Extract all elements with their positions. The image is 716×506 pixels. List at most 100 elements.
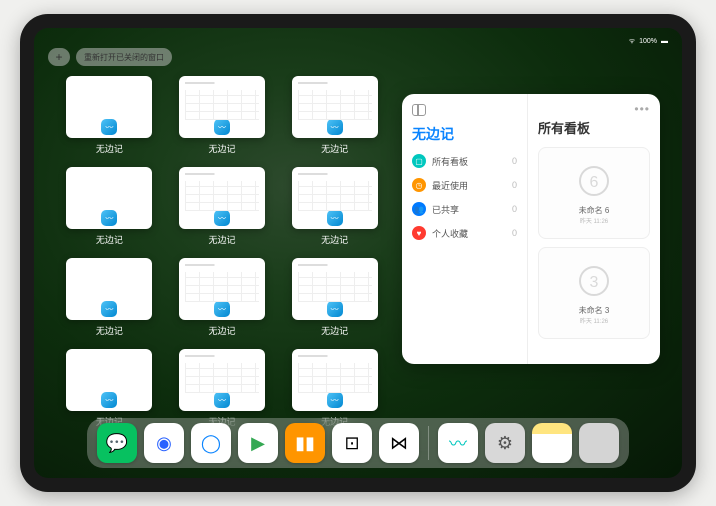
dock-connect-app-icon[interactable]: ⋈ — [379, 423, 419, 463]
dock-freeform-icon[interactable]: 〰 — [438, 423, 478, 463]
board-card[interactable]: 6 未命名 6昨天 11:26 — [538, 147, 650, 239]
thumb-label: 无边记 — [96, 324, 123, 337]
window-thumb[interactable]: 〰无边记 — [62, 76, 157, 155]
thumb-preview: 〰 — [66, 258, 152, 320]
board-sketch: 6 — [574, 161, 614, 201]
recent-icon: ◷ — [412, 178, 426, 192]
window-thumb[interactable]: 〰无边记 — [287, 349, 382, 428]
window-thumbnails-grid: 〰无边记〰无边记〰无边记〰无边记〰无边记〰无边记〰无边记〰无边记〰无边记〰无边记… — [62, 76, 382, 428]
window-thumb[interactable]: 〰无边记 — [62, 167, 157, 246]
thumb-preview: 〰 — [66, 349, 152, 411]
sidebar-toggle-icon[interactable] — [412, 104, 426, 116]
panel-title: 无边记 — [412, 124, 517, 144]
dock-app-library-icon[interactable] — [579, 423, 619, 463]
board-name: 未命名 3 — [579, 305, 610, 316]
window-thumb[interactable]: 〰无边记 — [175, 76, 270, 155]
top-bar: + 重新打开已关闭的窗口 — [48, 48, 172, 66]
freeform-app-icon: 〰 — [101, 301, 117, 317]
window-thumb[interactable]: 〰无边记 — [175, 258, 270, 337]
wifi-icon: ᯤ — [629, 37, 635, 46]
window-thumb[interactable]: 〰无边记 — [175, 167, 270, 246]
sidebar-item-count: 0 — [512, 228, 517, 238]
thumb-preview: 〰 — [66, 167, 152, 229]
sidebar-item-all[interactable]: ▢ 所有看板 0 — [412, 154, 517, 168]
freeform-app-icon: 〰 — [214, 210, 230, 226]
window-thumb[interactable]: 〰无边记 — [175, 349, 270, 428]
freeform-app-icon: 〰 — [214, 392, 230, 408]
battery-label: 100% — [639, 38, 657, 45]
board-sketch: 3 — [574, 261, 614, 301]
sidebar-item-count: 0 — [512, 156, 517, 166]
freeform-app-icon: 〰 — [101, 119, 117, 135]
all-icon: ▢ — [412, 154, 426, 168]
dock-separator — [428, 426, 429, 460]
thumb-label: 无边记 — [321, 233, 348, 246]
ipad-frame: ᯤ 100% ▬ + 重新打开已关闭的窗口 〰无边记〰无边记〰无边记〰无边记〰无… — [20, 14, 696, 492]
freeform-app-icon: 〰 — [327, 301, 343, 317]
dock-books-icon[interactable]: ▮▮ — [285, 423, 325, 463]
thumb-preview: 〰 — [292, 349, 378, 411]
detail-sidebar: 无边记 ▢ 所有看板 0 ◷ 最近使用 0 👥 已共享 0 ♥ 个人收藏 0 — [402, 94, 528, 364]
thumb-preview: 〰 — [179, 258, 265, 320]
thumb-preview: 〰 — [66, 76, 152, 138]
reopen-closed-button[interactable]: 重新打开已关闭的窗口 — [76, 48, 172, 66]
board-date: 昨天 11:26 — [580, 216, 608, 225]
dock-settings-icon[interactable]: ⚙ — [485, 423, 525, 463]
sidebar-item-count: 0 — [512, 180, 517, 190]
sidebar-item-recent[interactable]: ◷ 最近使用 0 — [412, 178, 517, 192]
freeform-app-icon: 〰 — [327, 119, 343, 135]
window-thumb[interactable]: 〰无边记 — [62, 349, 157, 428]
sidebar-item-label: 个人收藏 — [432, 227, 506, 240]
window-thumb[interactable]: 〰无边记 — [287, 76, 382, 155]
thumb-preview: 〰 — [179, 349, 265, 411]
board-card[interactable]: 3 未命名 3昨天 11:26 — [538, 247, 650, 339]
thumb-label: 无边记 — [96, 233, 123, 246]
dock-app-blue-eye-icon[interactable]: ◉ — [144, 423, 184, 463]
freeform-detail-panel: 无边记 ▢ 所有看板 0 ◷ 最近使用 0 👥 已共享 0 ♥ 个人收藏 0 ••• 所有看板 6 未命… — [402, 94, 660, 364]
thumb-label: 无边记 — [208, 142, 235, 155]
thumb-preview: 〰 — [179, 167, 265, 229]
svg-text:3: 3 — [590, 274, 599, 291]
sidebar-item-count: 0 — [512, 204, 517, 214]
dock-play-media-icon[interactable]: ▶ — [238, 423, 278, 463]
thumb-label: 无边记 — [208, 233, 235, 246]
dock-dice-app-icon[interactable]: ⊡ — [332, 423, 372, 463]
sidebar-item-label: 所有看板 — [432, 155, 506, 168]
thumb-label: 无边记 — [321, 142, 348, 155]
thumb-preview: 〰 — [179, 76, 265, 138]
sidebar-item-label: 最近使用 — [432, 179, 506, 192]
board-name: 未命名 6 — [579, 205, 610, 216]
more-icon[interactable]: ••• — [634, 102, 650, 116]
dock-wechat-icon[interactable]: 💬 — [97, 423, 137, 463]
thumb-preview: 〰 — [292, 76, 378, 138]
dock-qq-browser-icon[interactable]: ◯ — [191, 423, 231, 463]
favorites-icon: ♥ — [412, 226, 426, 240]
thumb-preview: 〰 — [292, 167, 378, 229]
battery-icon: ▬ — [661, 38, 668, 45]
window-thumb[interactable]: 〰无边记 — [287, 258, 382, 337]
sidebar-item-shared[interactable]: 👥 已共享 0 — [412, 202, 517, 216]
freeform-app-icon: 〰 — [214, 301, 230, 317]
thumb-preview: 〰 — [292, 258, 378, 320]
dock-notes-icon[interactable] — [532, 423, 572, 463]
new-window-button[interactable]: + — [48, 48, 70, 66]
window-thumb[interactable]: 〰无边记 — [62, 258, 157, 337]
dock: 💬◉◯▶▮▮⊡⋈ 〰⚙ — [87, 418, 629, 468]
board-date: 昨天 11:26 — [580, 316, 608, 325]
screen: ᯤ 100% ▬ + 重新打开已关闭的窗口 〰无边记〰无边记〰无边记〰无边记〰无… — [34, 28, 682, 478]
window-thumb[interactable]: 〰无边记 — [287, 167, 382, 246]
freeform-app-icon: 〰 — [327, 210, 343, 226]
sidebar-item-favorites[interactable]: ♥ 个人收藏 0 — [412, 226, 517, 240]
freeform-app-icon: 〰 — [327, 392, 343, 408]
sidebar-item-label: 已共享 — [432, 203, 506, 216]
shared-icon: 👥 — [412, 202, 426, 216]
svg-text:6: 6 — [590, 174, 599, 191]
detail-main: ••• 所有看板 6未命名 6昨天 11:263未命名 3昨天 11:26 — [528, 94, 660, 364]
freeform-app-icon: 〰 — [101, 392, 117, 408]
thumb-label: 无边记 — [96, 142, 123, 155]
thumb-label: 无边记 — [208, 324, 235, 337]
right-title: 所有看板 — [538, 118, 650, 137]
thumb-label: 无边记 — [321, 324, 348, 337]
freeform-app-icon: 〰 — [214, 119, 230, 135]
freeform-app-icon: 〰 — [101, 210, 117, 226]
